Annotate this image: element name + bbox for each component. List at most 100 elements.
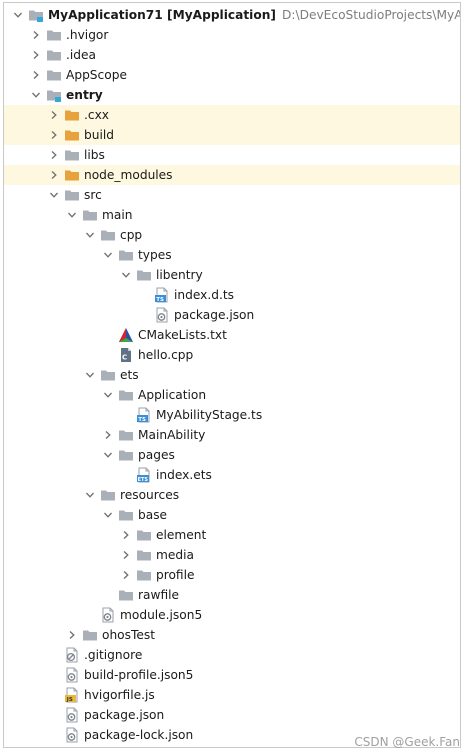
tree-item-node-modules[interactable]: node_modules bbox=[4, 165, 460, 185]
tree-item-element[interactable]: element bbox=[4, 525, 460, 545]
tree-item-cpp[interactable]: cpp bbox=[4, 225, 460, 245]
tree-item-label: MainAbility bbox=[138, 428, 206, 442]
ts-file-icon: TS bbox=[136, 407, 152, 423]
chevron-right-icon[interactable] bbox=[66, 625, 78, 645]
tree-item-index-ets[interactable]: ETS index.ets bbox=[4, 465, 460, 485]
tree-item-label: package-lock.json bbox=[84, 728, 194, 742]
ets-file-icon: ETS bbox=[136, 467, 152, 483]
tree-item-entry[interactable]: entry bbox=[4, 85, 460, 105]
folder-icon bbox=[136, 267, 152, 283]
tree-item-label: rawfile bbox=[138, 588, 180, 602]
chevron-down-icon[interactable] bbox=[12, 5, 24, 25]
folder-icon bbox=[118, 447, 134, 463]
tree-item-profile[interactable]: profile bbox=[4, 565, 460, 585]
watermark: CSDN @Geek.Fan bbox=[354, 735, 460, 749]
tree-item-build[interactable]: build bbox=[4, 125, 460, 145]
tree-item-build-profile-json5[interactable]: build-profile.json5 bbox=[4, 665, 460, 685]
svg-text:JS: JS bbox=[66, 697, 73, 703]
tree-item-src[interactable]: src bbox=[4, 185, 460, 205]
chevron-right-icon[interactable] bbox=[120, 545, 132, 565]
tree-item-media[interactable]: media bbox=[4, 545, 460, 565]
tree-item-myabilitystage-ts[interactable]: TS MyAbilityStage.ts bbox=[4, 405, 460, 425]
chevron-right-icon[interactable] bbox=[30, 25, 42, 45]
folder-icon bbox=[100, 487, 116, 503]
tree-item-libs[interactable]: libs bbox=[4, 145, 460, 165]
chevron-down-icon[interactable] bbox=[102, 385, 114, 405]
tree-item-label: CMakeLists.txt bbox=[138, 328, 227, 342]
tree-item-main[interactable]: main bbox=[4, 205, 460, 225]
tree-item-rawfile[interactable]: rawfile bbox=[4, 585, 460, 605]
tree-item-gitignore[interactable]: .gitignore bbox=[4, 645, 460, 665]
chevron-right-icon[interactable] bbox=[48, 145, 60, 165]
tree-item-package-json[interactable]: package.json bbox=[4, 705, 460, 725]
tree-item-index-d-ts[interactable]: TS index.d.ts bbox=[4, 285, 460, 305]
chevron-right-icon[interactable] bbox=[30, 65, 42, 85]
folder-icon bbox=[118, 387, 134, 403]
tree-item-label: types bbox=[138, 248, 172, 262]
tree-item-types[interactable]: types bbox=[4, 245, 460, 265]
tree-item-module-json5[interactable]: module.json5 bbox=[4, 605, 460, 625]
tree-item-resources[interactable]: resources bbox=[4, 485, 460, 505]
tree-item-libentry[interactable]: libentry bbox=[4, 265, 460, 285]
chevron-right-icon[interactable] bbox=[120, 565, 132, 585]
tree-item-package-json[interactable]: package.json bbox=[4, 305, 460, 325]
chevron-right-icon[interactable] bbox=[102, 425, 114, 445]
chevron-right-icon[interactable] bbox=[48, 125, 60, 145]
tree-item-label: index.d.ts bbox=[174, 288, 234, 302]
tree-item-ets[interactable]: ets bbox=[4, 365, 460, 385]
chevron-right-icon[interactable] bbox=[120, 525, 132, 545]
js-file-icon: JS bbox=[64, 687, 80, 703]
tree-item-application[interactable]: Application bbox=[4, 385, 460, 405]
chevron-down-icon[interactable] bbox=[30, 85, 42, 105]
chevron-down-icon[interactable] bbox=[84, 365, 96, 385]
chevron-down-icon[interactable] bbox=[120, 265, 132, 285]
tree-item-myapplication71-myapplication[interactable]: MyApplication71 [MyApplication] D:\DevEco… bbox=[4, 5, 460, 25]
cpp-file-icon: C bbox=[118, 347, 134, 363]
tree-item-label: package.json bbox=[174, 308, 255, 322]
tree-item-pages[interactable]: pages bbox=[4, 445, 460, 465]
json-file-icon bbox=[100, 607, 116, 623]
tree-item-label: cpp bbox=[120, 228, 143, 242]
folder-icon bbox=[82, 207, 98, 223]
chevron-down-icon[interactable] bbox=[66, 205, 78, 225]
tree-item-label: .hvigor bbox=[66, 28, 109, 42]
chevron-down-icon[interactable] bbox=[102, 505, 114, 525]
tree-item-label: .gitignore bbox=[84, 648, 143, 662]
tree-item-base[interactable]: base bbox=[4, 505, 460, 525]
tree-item-label: Application bbox=[138, 388, 207, 402]
chevron-down-icon[interactable] bbox=[102, 245, 114, 265]
tree-item-mainability[interactable]: MainAbility bbox=[4, 425, 460, 445]
chevron-down-icon[interactable] bbox=[84, 225, 96, 245]
tree-item-label: .cxx bbox=[84, 108, 109, 122]
tree-item-appscope[interactable]: AppScope bbox=[4, 65, 460, 85]
tree-item-label: node_modules bbox=[84, 168, 173, 182]
tree-item-hvigorfile-js[interactable]: JS hvigorfile.js bbox=[4, 685, 460, 705]
tree-item-ohostest[interactable]: ohosTest bbox=[4, 625, 460, 645]
chevron-right-icon[interactable] bbox=[48, 105, 60, 125]
folder-icon bbox=[46, 67, 62, 83]
tree-item-label: build-profile.json5 bbox=[84, 668, 194, 682]
tree-item-label: .idea bbox=[66, 48, 96, 62]
tree-item-idea[interactable]: .idea bbox=[4, 45, 460, 65]
ts-file-icon: TS bbox=[154, 287, 170, 303]
chevron-right-icon[interactable] bbox=[48, 165, 60, 185]
tree-item-label: resources bbox=[120, 488, 180, 502]
project-tree: MyApplication71 [MyApplication] D:\DevEco… bbox=[4, 5, 460, 745]
tree-item-label: MyAbilityStage.ts bbox=[156, 408, 263, 422]
tree-item-label: MyApplication71 [MyApplication] D:\DevEco… bbox=[48, 7, 460, 23]
chevron-down-icon[interactable] bbox=[48, 185, 60, 205]
chevron-down-icon[interactable] bbox=[84, 485, 96, 505]
tree-item-hvigor[interactable]: .hvigor bbox=[4, 25, 460, 45]
chevron-down-icon[interactable] bbox=[102, 445, 114, 465]
tree-item-cxx[interactable]: .cxx bbox=[4, 105, 460, 125]
tree-item-cmakelists-txt[interactable]: CMakeLists.txt bbox=[4, 325, 460, 345]
orange-folder-icon bbox=[64, 127, 80, 143]
tree-item-label: entry bbox=[66, 88, 103, 102]
folder-icon bbox=[100, 227, 116, 243]
tree-item-hello-cpp[interactable]: Chello.cpp bbox=[4, 345, 460, 365]
folder-icon bbox=[82, 627, 98, 643]
svg-text:TS: TS bbox=[138, 417, 146, 423]
module-folder-icon bbox=[46, 87, 62, 103]
gitignore-file-icon bbox=[64, 647, 80, 663]
chevron-right-icon[interactable] bbox=[30, 45, 42, 65]
